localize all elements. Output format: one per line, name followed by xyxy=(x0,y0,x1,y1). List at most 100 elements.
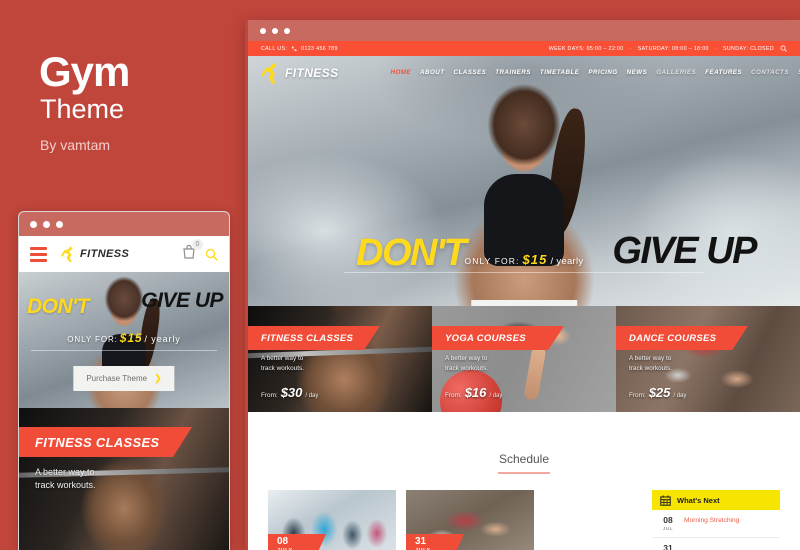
card-from-label: From: xyxy=(629,392,646,399)
card-price-line: From: $16 / day xyxy=(445,385,502,400)
window-dot-maximize-icon[interactable] xyxy=(56,220,63,228)
card-description: A better way to track workouts. xyxy=(445,355,488,373)
search-icon[interactable] xyxy=(205,248,218,261)
mobile-preview-window: FITNESS 0 DON'T GIVE UP ONLY FOR: $15/ ye… xyxy=(18,211,230,550)
mobile-promo-card[interactable]: FITNESS CLASSES A better way to track wor… xyxy=(19,408,229,550)
mobile-hero-price: $15 xyxy=(119,331,143,345)
mobile-purchase-theme-button[interactable]: Purchase Theme ❯ xyxy=(73,366,175,391)
window-dot-minimize-icon[interactable] xyxy=(43,220,50,228)
mobile-hero-divider xyxy=(31,350,217,351)
card-title: DANCE COURSES xyxy=(629,332,717,344)
window-dot-close-icon[interactable] xyxy=(30,220,37,228)
promo-cards: FITNESS CLASSES A better way to track wor… xyxy=(248,306,800,412)
card-from-label: From: xyxy=(445,392,462,399)
promo-card-dance-courses[interactable]: DANCE COURSES A better way to track worko… xyxy=(616,306,800,412)
hamburger-icon[interactable] xyxy=(30,246,47,262)
topbar-contact: CALL US: 0123 456 789 xyxy=(261,46,338,52)
hero-divider xyxy=(344,272,704,273)
event-date-badge: 31 JULY xyxy=(406,534,464,550)
main-navigation: FITNESS HOME ABOUT CLASSES TRAINERS TIME… xyxy=(248,56,800,89)
runner-icon xyxy=(61,246,73,262)
call-us-label: CALL US: xyxy=(261,45,288,52)
whats-next-header: What's Next xyxy=(652,490,780,510)
promo-title: Gym xyxy=(39,48,130,95)
nav-item-pricing[interactable]: PRICING xyxy=(588,69,617,76)
whats-next-label: Morning Stretching xyxy=(684,517,740,524)
search-icon[interactable] xyxy=(780,45,787,52)
nav-menu: HOME ABOUT CLASSES TRAINERS TIMETABLE PR… xyxy=(390,69,800,76)
phone-number[interactable]: 0123 456 789 xyxy=(301,46,338,52)
nav-item-features[interactable]: FEATURES xyxy=(705,69,742,76)
mobile-header-actions: 0 xyxy=(182,239,218,264)
mobile-cart-badge: 0 xyxy=(192,239,203,250)
hours-saturday: SATURDAY: 08:00 – 18:00 xyxy=(637,45,709,52)
mobile-hero: DON'T GIVE UP ONLY FOR: $15/ yearly Purch… xyxy=(19,272,229,408)
nav-item-timetable[interactable]: TIMETABLE xyxy=(540,69,579,76)
schedule-section: Schedule 08 JULY 31 JULY xyxy=(248,412,800,550)
card-ribbon: DANCE COURSES xyxy=(616,326,748,350)
desktop-window-chrome xyxy=(248,20,800,41)
mobile-hero-headline-left: DON'T xyxy=(27,295,90,318)
mobile-logo[interactable]: FITNESS xyxy=(61,245,129,263)
card-description: A better way to track workouts. xyxy=(629,355,672,373)
phone-icon xyxy=(292,46,297,51)
card-title: YOGA COURSES xyxy=(445,332,526,344)
nav-item-contacts[interactable]: CONTACTS xyxy=(751,69,789,76)
mobile-hero-period: / yearly xyxy=(144,334,181,344)
mobile-purchase-theme-label: Purchase Theme xyxy=(86,374,148,383)
hours-separator: · xyxy=(629,45,632,52)
nav-item-trainers[interactable]: TRAINERS xyxy=(495,69,531,76)
card-description: A better way to track workouts. xyxy=(261,355,304,373)
runner-icon xyxy=(261,62,277,83)
mobile-logo-text: FITNESS xyxy=(80,248,130,260)
mobile-hero-headline-right: GIVE UP xyxy=(141,289,223,312)
card-title: FITNESS CLASSES xyxy=(261,332,354,344)
hero-slider: FITNESS HOME ABOUT CLASSES TRAINERS TIME… xyxy=(248,56,800,306)
mobile-cart-button[interactable]: 0 xyxy=(182,239,203,264)
card-from-label: From: xyxy=(261,392,278,399)
card-price-unit: / day xyxy=(489,393,503,399)
whats-next-day: 31 xyxy=(663,542,673,550)
event-day: 31 xyxy=(415,536,427,547)
schedule-heading: Schedule xyxy=(498,452,550,466)
hero-only-label: ONLY FOR: xyxy=(464,256,520,266)
card-price-line: From: $25 / day xyxy=(629,385,686,400)
event-day: 08 xyxy=(277,536,289,547)
nav-item-galleries[interactable]: GALLERIES xyxy=(656,69,696,76)
mobile-hero-only-label: ONLY FOR: xyxy=(67,335,118,344)
chevron-right-icon: ❯ xyxy=(154,373,162,383)
nav-item-classes[interactable]: CLASSES xyxy=(454,69,487,76)
whats-next-day: 08 xyxy=(663,515,673,525)
hours-separator: · xyxy=(714,45,717,52)
mobile-window-chrome xyxy=(19,212,229,236)
card-price: $25 xyxy=(648,385,671,400)
promo-author: By vamtam xyxy=(40,137,111,153)
site-logo[interactable]: FITNESS xyxy=(261,61,338,85)
promo-card-fitness-classes[interactable]: FITNESS CLASSES A better way to track wor… xyxy=(248,306,432,412)
schedule-event-card[interactable]: 31 JULY xyxy=(406,490,534,550)
promo-card-yoga-courses[interactable]: YOGA COURSES A better way to track workou… xyxy=(432,306,616,412)
whats-next-date: 31 JUL xyxy=(660,542,676,550)
card-price-line: From: $30 / day xyxy=(261,385,318,400)
site-topbar: CALL US: 0123 456 789 WEEK DAYS: 05:00 –… xyxy=(248,41,800,56)
nav-item-about[interactable]: ABOUT xyxy=(420,69,445,76)
whats-next-month: JUL xyxy=(662,525,674,531)
card-price: $30 xyxy=(280,385,303,400)
schedule-event-card[interactable]: 08 JULY xyxy=(268,490,396,550)
mobile-card-ribbon: FITNESS CLASSES xyxy=(19,427,192,457)
hero-price-line: ONLY FOR: $15/ yearly xyxy=(248,252,800,267)
window-dot-close-icon[interactable] xyxy=(260,27,266,34)
card-price: $16 xyxy=(464,385,487,400)
hours-sunday: SUNDAY: CLOSED xyxy=(722,45,774,52)
nav-item-news[interactable]: NEWS xyxy=(627,69,648,76)
promo-subtitle: Theme xyxy=(40,94,125,124)
whats-next-item[interactable]: 08 JUL Morning Stretching xyxy=(652,510,780,538)
mobile-card-description: A better way to track workouts. xyxy=(35,467,96,491)
window-dot-maximize-icon[interactable] xyxy=(284,27,290,34)
whats-next-item[interactable]: 31 JUL xyxy=(652,538,780,550)
schedule-body: 08 JULY 31 JULY xyxy=(248,474,800,550)
card-price-unit: / day xyxy=(305,393,319,399)
desktop-preview-window: CALL US: 0123 456 789 WEEK DAYS: 05:00 –… xyxy=(245,20,800,550)
window-dot-minimize-icon[interactable] xyxy=(272,27,278,34)
nav-item-home[interactable]: HOME xyxy=(390,69,411,76)
